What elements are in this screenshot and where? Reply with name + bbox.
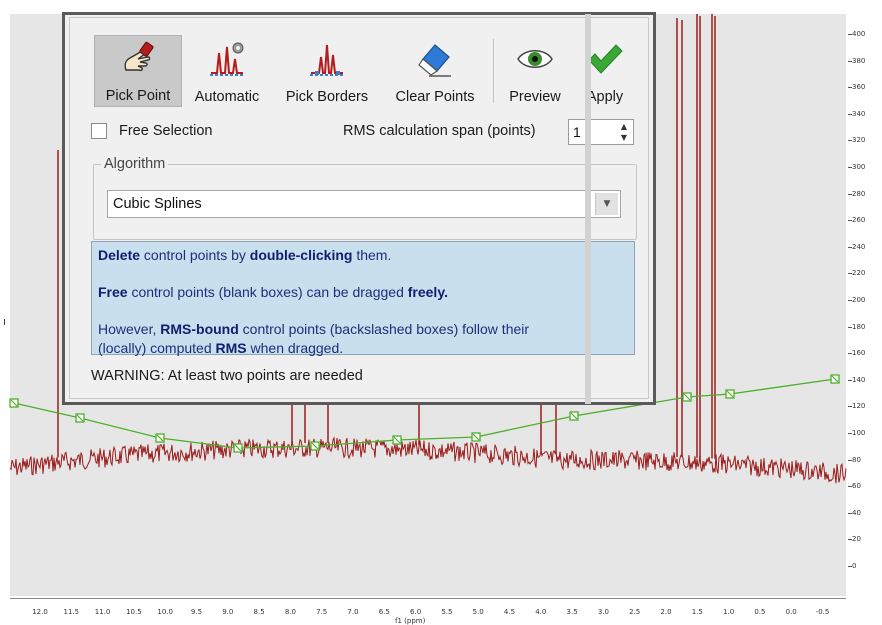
x-tick-label: 0.5 bbox=[754, 608, 766, 616]
x-tick-label: 5.5 bbox=[441, 608, 453, 616]
free-selection-label[interactable]: Free Selection bbox=[119, 123, 213, 139]
x-tick-label: 5.0 bbox=[472, 608, 484, 616]
y-tick-label: 80 bbox=[848, 455, 861, 464]
apply-button[interactable]: Apply bbox=[573, 35, 637, 107]
auto-peaks-gear-icon bbox=[210, 42, 244, 76]
y-tick-label: 220 bbox=[847, 269, 866, 278]
y-tick-label: 320 bbox=[847, 136, 866, 145]
info-panel: Delete control points by double-clicking… bbox=[91, 241, 635, 356]
x-tick-label: 9.5 bbox=[190, 608, 203, 616]
x-tick-label: 6.5 bbox=[378, 608, 390, 616]
hand-pointer-icon bbox=[124, 41, 154, 72]
x-tick-label: 7.5 bbox=[316, 608, 328, 616]
peak-borders-icon bbox=[310, 44, 344, 76]
x-tick-label: 11.5 bbox=[63, 608, 80, 616]
y-tick-label: 360 bbox=[847, 83, 866, 92]
eraser-icon bbox=[418, 44, 451, 77]
y-tick-label: 40 bbox=[848, 508, 861, 517]
info-line-rms: (locally) computed RMS when dragged. bbox=[98, 340, 344, 356]
x-tick-label: 9.0 bbox=[222, 608, 234, 616]
x-tick-label: -0.5 bbox=[815, 608, 830, 616]
info-line-free: Free control points (blank boxes) can be… bbox=[98, 284, 448, 300]
x-tick-label: 8.5 bbox=[253, 608, 265, 616]
toolbar-separator bbox=[493, 39, 494, 103]
x-tick-label: 7.0 bbox=[347, 608, 359, 616]
y-tick-label: 280 bbox=[847, 189, 866, 198]
y-tick-label: 0 bbox=[847, 562, 857, 570]
y-tick-label: 380 bbox=[847, 56, 866, 65]
pick-point-label: Pick Point bbox=[105, 88, 171, 104]
eye-icon bbox=[517, 50, 553, 68]
x-tick-label: 2.0 bbox=[660, 608, 672, 616]
rms-span-value[interactable]: 1 bbox=[573, 124, 581, 140]
x-axis-line bbox=[10, 598, 846, 599]
x-tick-label: 10.0 bbox=[157, 608, 173, 616]
x-tick-label: 6.0 bbox=[410, 608, 422, 616]
y-tick-label: 20 bbox=[848, 535, 861, 544]
rms-span-label: RMS calculation span (points) bbox=[343, 123, 536, 139]
pick-borders-button[interactable]: Pick Borders bbox=[279, 35, 375, 107]
y-tick-label: 60 bbox=[848, 482, 861, 491]
algorithm-legend: Algorithm bbox=[101, 156, 169, 172]
y-tick-label: 200 bbox=[847, 296, 866, 304]
x-axis-label: f1 (ppm) bbox=[395, 617, 426, 625]
y-axis: 400 380 360 340 320 300 280 260 240 220 200 180 160 1… bbox=[846, 14, 882, 596]
info-line-rms-bound: However, RMS-bound control points (backs… bbox=[98, 321, 530, 337]
x-tick-label: 1.5 bbox=[691, 608, 703, 616]
x-tick-label: 8.0 bbox=[284, 608, 296, 616]
warning-message: WARNING: At least two points are needed bbox=[91, 368, 363, 384]
y-tick-label: 300 bbox=[847, 163, 866, 171]
x-tick-label: 3.5 bbox=[566, 608, 578, 616]
x-tick-label: 1.0 bbox=[723, 608, 735, 616]
y-tick-label: 400 bbox=[847, 30, 866, 38]
left-edge-mark: ı bbox=[3, 315, 7, 328]
dialog-scrollbar[interactable] bbox=[585, 14, 591, 404]
algorithm-selected-value[interactable]: Cubic Splines bbox=[113, 196, 202, 212]
rms-span-spinbox[interactable]: 1 ▲ ▼ bbox=[568, 119, 634, 145]
checkmark-icon bbox=[588, 44, 623, 74]
x-tick-label: 0.0 bbox=[785, 608, 797, 616]
y-tick-label: 180 bbox=[847, 322, 866, 331]
y-tick-label: 100 bbox=[847, 429, 866, 437]
spin-down-icon[interactable]: ▼ bbox=[618, 132, 630, 143]
pick-point-button[interactable]: Pick Point bbox=[94, 35, 182, 107]
x-tick-label: 10.5 bbox=[126, 608, 142, 616]
pick-borders-label: Pick Borders bbox=[285, 89, 369, 105]
preview-button[interactable]: Preview bbox=[503, 35, 567, 107]
x-tick-label: 2.5 bbox=[629, 608, 641, 616]
free-selection-checkbox[interactable] bbox=[91, 123, 107, 139]
y-tick-label: 260 bbox=[847, 216, 866, 225]
x-tick-label: 12.0 bbox=[32, 608, 48, 616]
x-tick-label: 11.0 bbox=[94, 608, 111, 616]
info-line-delete: Delete control points by double-clicking… bbox=[98, 247, 392, 263]
y-tick-label: 120 bbox=[847, 402, 866, 411]
y-tick-label: 140 bbox=[847, 375, 866, 384]
x-tick-label: 4.5 bbox=[503, 608, 516, 616]
y-tick-label: 340 bbox=[847, 109, 866, 118]
chevron-down-icon[interactable]: ▼ bbox=[595, 193, 618, 215]
x-tick-label: 4.0 bbox=[535, 608, 547, 616]
clear-points-button[interactable]: Clear Points bbox=[387, 35, 483, 107]
clear-points-label: Clear Points bbox=[395, 89, 475, 105]
spectrum-line bbox=[9, 436, 847, 484]
baseline-correction-dialog: Pick Point Automatic Pick Borders Clear … bbox=[62, 12, 656, 405]
automatic-button[interactable]: Automatic bbox=[187, 35, 267, 107]
x-tick-label: 3.0 bbox=[597, 608, 609, 616]
algorithm-select[interactable]: Cubic Splines ▼ bbox=[107, 190, 621, 218]
automatic-label: Automatic bbox=[194, 89, 260, 105]
preview-label: Preview bbox=[509, 89, 561, 105]
y-tick-label: 160 bbox=[847, 349, 866, 358]
y-tick-label: 240 bbox=[847, 242, 866, 251]
spin-up-icon[interactable]: ▲ bbox=[618, 121, 630, 132]
apply-label: Apply bbox=[586, 89, 624, 105]
